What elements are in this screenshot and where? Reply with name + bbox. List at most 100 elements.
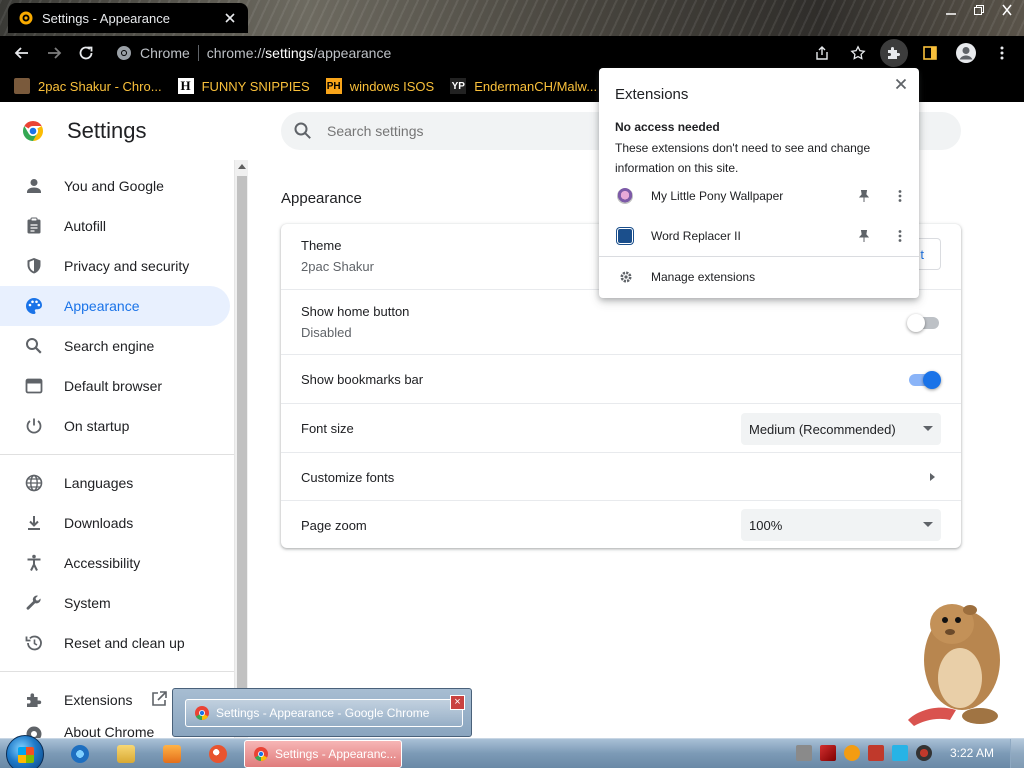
- display-icon[interactable]: [892, 745, 908, 761]
- page-zoom-select[interactable]: 100%: [741, 509, 941, 541]
- url-host: settings: [265, 45, 314, 61]
- sidebar-item-downloads[interactable]: Downloads: [0, 503, 230, 543]
- bookmark-2pac[interactable]: 2pac Shakur - Chro...: [14, 78, 162, 94]
- toggle-knob: [923, 371, 941, 389]
- kebab-menu-icon[interactable]: [988, 39, 1016, 67]
- preview-item[interactable]: Settings - Appearance - Google Chrome: [185, 699, 463, 727]
- address-bar[interactable]: Chrome chrome://settings/appearance: [110, 39, 810, 67]
- sidebar-scrollbar[interactable]: [234, 160, 248, 738]
- sidebar-item-system[interactable]: System: [0, 583, 230, 623]
- home-button-toggle[interactable]: [907, 314, 939, 332]
- side-panel-icon[interactable]: [916, 39, 944, 67]
- file-explorer-icon[interactable]: [106, 742, 146, 766]
- show-bookmarks-bar-row[interactable]: Show bookmarks bar: [281, 354, 961, 403]
- preview-label: Settings - Appearance - Google Chrome: [216, 706, 430, 720]
- dropdown-arrow-icon: [923, 426, 933, 431]
- font-size-row: Font size Medium (Recommended): [281, 403, 961, 452]
- profile-avatar-icon[interactable]: [952, 39, 980, 67]
- manage-extensions-button[interactable]: Manage extensions: [599, 258, 919, 296]
- tray-app-icon[interactable]: [796, 745, 812, 761]
- chrome-logo-icon: [22, 120, 44, 142]
- omnibox-site-chip: Chrome: [140, 45, 190, 61]
- back-arrow-icon[interactable]: [8, 39, 36, 67]
- flag-icon[interactable]: [868, 745, 884, 761]
- sidebar-item-search-engine[interactable]: Search engine: [0, 326, 230, 366]
- window-controls: [944, 4, 1014, 16]
- forward-arrow-icon[interactable]: [40, 39, 68, 67]
- extension-name: Word Replacer II: [651, 229, 741, 243]
- pin-icon[interactable]: [857, 229, 871, 243]
- browser-window-icon: [24, 376, 44, 396]
- customize-fonts-row[interactable]: Customize fonts: [281, 452, 961, 500]
- sidebar-item-appearance[interactable]: Appearance: [0, 286, 230, 326]
- minimize-icon[interactable]: [944, 4, 958, 16]
- word-replacer-icon: [617, 228, 633, 244]
- speaker-icon[interactable]: [916, 745, 932, 761]
- internet-explorer-icon[interactable]: [60, 742, 100, 766]
- home-button-label: Show home button: [301, 304, 410, 319]
- close-icon[interactable]: [893, 76, 909, 92]
- sidebar-item-on-startup[interactable]: On startup: [0, 406, 230, 446]
- more-vert-icon[interactable]: [893, 189, 907, 203]
- page-title: Settings: [67, 118, 147, 143]
- gear-icon: [619, 270, 633, 284]
- font-size-select[interactable]: Medium (Recommended): [741, 413, 941, 445]
- share-icon[interactable]: [808, 39, 836, 67]
- h-logo-icon: H: [177, 78, 194, 94]
- more-vert-icon[interactable]: [893, 229, 907, 243]
- search-tool-icon[interactable]: [844, 745, 860, 761]
- sidebar-item-you-and-google[interactable]: You and Google: [0, 166, 230, 206]
- chevron-right-icon: [930, 473, 935, 481]
- tab-title: Settings - Appearance: [42, 10, 170, 26]
- sidebar-item-reset-and-clean-up[interactable]: Reset and clean up: [0, 623, 230, 663]
- extension-item-word-replacer[interactable]: Word Replacer II: [599, 216, 919, 256]
- url-scheme: chrome://: [206, 45, 266, 61]
- scroll-up-arrow-icon[interactable]: [238, 164, 246, 169]
- search-input[interactable]: [327, 123, 627, 139]
- title-bar: Settings - Appearance: [0, 0, 1024, 36]
- chrome-icon: [253, 746, 269, 762]
- bookmarks-bar-toggle[interactable]: [909, 371, 941, 389]
- customize-fonts-label: Customize fonts: [301, 470, 395, 485]
- show-desktop-button[interactable]: [1010, 739, 1024, 768]
- pin-icon[interactable]: [857, 189, 871, 203]
- toggle-knob: [907, 314, 925, 332]
- system-tray: [796, 745, 932, 761]
- close-tab-icon[interactable]: [222, 10, 238, 26]
- page-zoom-row: Page zoom 100%: [281, 500, 961, 548]
- paint-app-icon[interactable]: [198, 742, 238, 766]
- external-link-icon: [150, 690, 168, 708]
- extension-item-my-little-pony[interactable]: My Little Pony Wallpaper: [599, 176, 919, 216]
- url-path: /appearance: [313, 45, 392, 61]
- home-button-value: Disabled: [301, 325, 352, 340]
- reload-icon[interactable]: [72, 39, 100, 67]
- puzzle-icon: [24, 690, 44, 710]
- bookmark-funny-snippies[interactable]: H FUNNY SNIPPIES: [177, 78, 310, 94]
- bookmark-windows-isos[interactable]: PH windows ISOS: [325, 78, 434, 94]
- restore-icon[interactable]: [972, 4, 986, 16]
- start-button[interactable]: [6, 735, 44, 768]
- show-home-button-row[interactable]: Show home button Disabled: [281, 289, 961, 354]
- sidebar-item-accessibility[interactable]: Accessibility: [0, 543, 230, 583]
- no-access-heading: No access needed: [615, 120, 720, 134]
- dropdown-arrow-icon: [923, 522, 933, 527]
- sidebar-item-languages[interactable]: Languages: [0, 463, 230, 503]
- extensions-puzzle-icon[interactable]: [880, 39, 908, 67]
- taskbar-chrome-task[interactable]: Settings - Appearanc...: [244, 740, 402, 768]
- close-icon[interactable]: ×: [450, 695, 465, 710]
- browser-tab[interactable]: Settings - Appearance: [8, 3, 248, 33]
- extensions-popup-title: Extensions: [615, 86, 689, 103]
- person-icon: [24, 176, 44, 196]
- antivirus-icon[interactable]: [820, 745, 836, 761]
- media-player-icon[interactable]: [152, 742, 192, 766]
- taskbar-task-label: Settings - Appearanc...: [275, 747, 397, 761]
- sidebar-item-privacy-and-security[interactable]: Privacy and security: [0, 246, 230, 286]
- sidebar-item-default-browser[interactable]: Default browser: [0, 366, 230, 406]
- bookmark-star-icon[interactable]: [844, 39, 872, 67]
- scrollbar-thumb[interactable]: [237, 176, 247, 716]
- taskbar-thumbnail-preview[interactable]: Settings - Appearance - Google Chrome ×: [172, 688, 472, 737]
- omnibox-separator: [197, 45, 199, 61]
- sidebar-item-autofill[interactable]: Autofill: [0, 206, 230, 246]
- bookmark-endermanch[interactable]: YP EndermanCH/Malw...: [450, 78, 597, 94]
- close-window-icon[interactable]: [1000, 4, 1014, 16]
